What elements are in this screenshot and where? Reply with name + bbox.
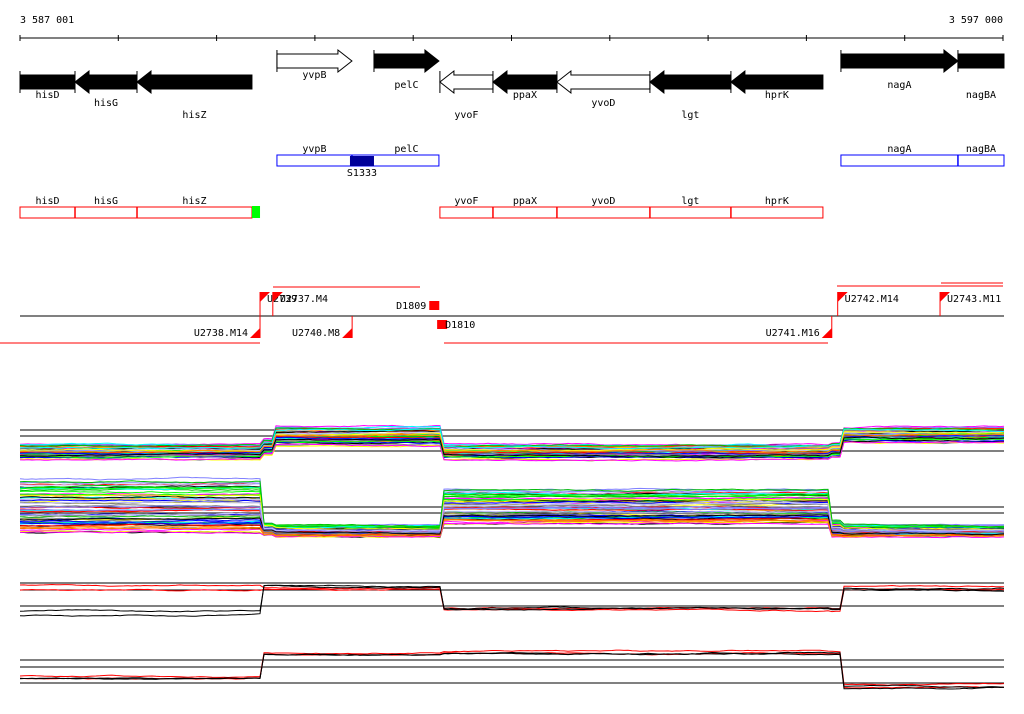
gene-arrow-nagBA — [957, 53, 1005, 69]
operon-gene-label: hisZ — [182, 196, 206, 207]
gene-arrow-yvoD — [556, 69, 651, 95]
operon-gene-label: nagBA — [966, 144, 996, 155]
operon-gene-label: hprK — [765, 196, 789, 207]
operon-gene-label: yvpB — [302, 144, 326, 155]
promoter-label: U2740.M8 — [292, 328, 340, 339]
expression-profile-line — [19, 584, 1005, 613]
gene-label-pelC: pelC — [394, 80, 418, 91]
operon-gene-label: pelC — [394, 144, 418, 155]
gene-arrow-hisZ — [136, 69, 253, 95]
operon-gene-label: hisG — [94, 196, 118, 207]
gene-track: hisD hisG hisZ yvpB pelC yvoF ppaX yvoD lgt hprK n… — [19, 48, 1005, 121]
promoter-label: U2742.M14 — [845, 294, 899, 305]
operon-track-minus: hisD hisG hisZ yvoF ppaX yvoD lgt hprK — [19, 196, 824, 219]
operon-gene-label: lgt — [681, 196, 699, 207]
gene-arrow-lgt — [649, 69, 732, 95]
terminator-label: D1809 — [396, 301, 426, 312]
promoter-flag-icon — [250, 328, 261, 338]
operon-gene-label: nagA — [887, 144, 911, 155]
ruler — [19, 35, 1004, 41]
promoter-label: U2738.M14 — [194, 328, 248, 339]
gene-label-yvoD: yvoD — [591, 98, 615, 109]
operon-gene-label: yvoD — [591, 196, 615, 207]
gene-label-ppaX: ppaX — [513, 90, 537, 101]
terminator-marker — [429, 301, 440, 310]
operon-box — [840, 154, 1005, 167]
terminator-block — [251, 206, 261, 218]
gene-label-hisZ: hisZ — [182, 110, 206, 121]
gene-label-hisG: hisG — [94, 98, 118, 109]
operon-gene-label: ppaX — [513, 196, 537, 207]
gene-arrow-hisD — [19, 74, 76, 90]
gene-label-yvpB: yvpB — [302, 70, 326, 81]
gene-label-hisD: hisD — [35, 90, 59, 101]
site-block — [349, 156, 374, 166]
expression-profile-line — [19, 649, 1005, 686]
ruler-end-label: 3 597 000 — [949, 15, 1003, 26]
operon-box — [19, 206, 253, 219]
promoter-label: U2743.M11 — [947, 294, 1001, 305]
operon-gene-label: hisD — [35, 196, 59, 207]
gene-arrow-nagA — [840, 48, 959, 74]
gene-label-nagBA: nagBA — [966, 90, 996, 101]
operon-gene-label: yvoF — [454, 196, 478, 207]
gene-label-lgt: lgt — [681, 110, 699, 121]
gene-label-hprK: hprK — [765, 90, 789, 101]
promoter-label: U2737.M4 — [280, 294, 328, 305]
promoter-flag-icon — [342, 328, 353, 338]
operon-track-plus: yvpB pelC nagA nagBA S1333 — [276, 144, 1005, 179]
expression-profile-line — [19, 651, 1005, 690]
gene-arrow-yvoF — [439, 69, 494, 95]
gene-arrow-yvpB — [276, 48, 353, 74]
expression-plots — [19, 424, 1005, 690]
transcription-track: U2739U2737.M4 U2742.M14 U2743.M11U2738.M14… — [0, 282, 1004, 344]
operon-box — [439, 206, 824, 219]
gene-arrow-pelC — [373, 48, 440, 74]
promoter-flag-icon — [821, 328, 832, 338]
gene-label-yvoF: yvoF — [454, 110, 478, 121]
gene-label-nagA: nagA — [887, 80, 911, 91]
site-label: S1333 — [347, 168, 377, 179]
expression-profile-line — [19, 651, 1005, 689]
gene-arrow-hisG — [74, 69, 138, 95]
promoter-label: U2741.M16 — [766, 328, 820, 339]
genome-browser-view: 3 587 001 3 597 000 hisD hisG hisZ yvpB pelC… — [0, 15, 1005, 690]
terminator-label: D1810 — [445, 320, 475, 331]
ruler-start-label: 3 587 001 — [20, 15, 74, 26]
